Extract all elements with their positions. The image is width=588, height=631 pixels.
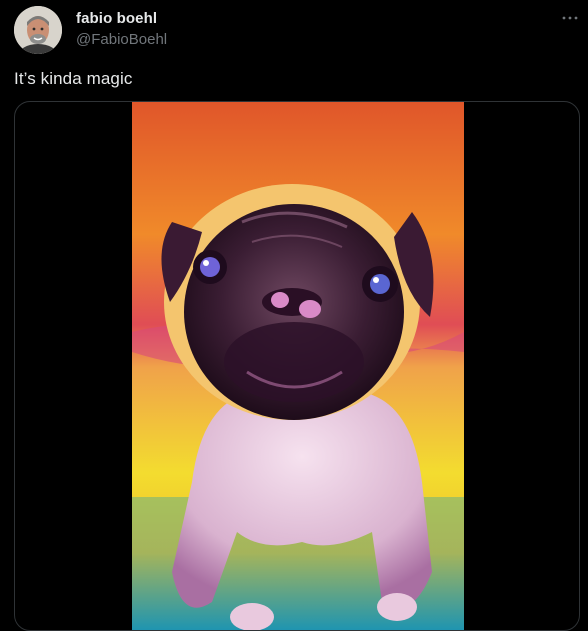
pug-video-frame — [132, 102, 464, 630]
more-button[interactable] — [556, 8, 584, 28]
avatar-photo — [14, 6, 62, 54]
tweet-text: It’s kinda magic — [14, 69, 133, 88]
video-player[interactable] — [132, 102, 464, 630]
more-horizontal-icon — [562, 16, 578, 20]
author-display-name[interactable]: fabio boehl — [76, 10, 157, 27]
author-handle[interactable]: @FabioBoehl — [76, 31, 167, 48]
tweet[interactable]: fabio boehl @FabioBoehl It’s kinda magic — [0, 0, 588, 631]
avatar[interactable] — [14, 6, 62, 54]
media-card[interactable] — [14, 101, 580, 631]
